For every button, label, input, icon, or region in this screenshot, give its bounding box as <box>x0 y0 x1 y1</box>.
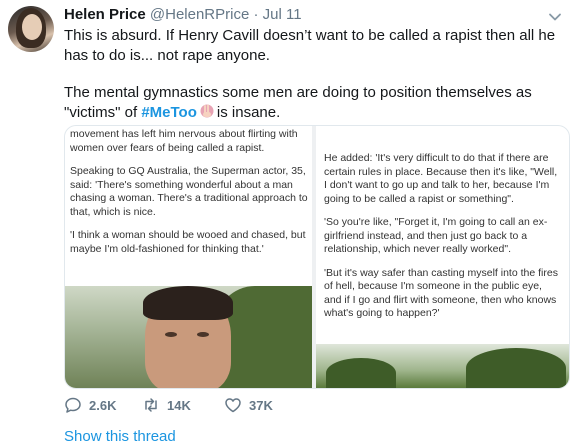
like-button[interactable]: 37K <box>224 396 273 414</box>
left-article-paragraph: Speaking to GQ Australia, the Superman a… <box>70 165 308 218</box>
media-gallery[interactable]: movement has left him nervous about flir… <box>64 125 570 389</box>
show-thread-link[interactable]: Show this thread <box>64 428 176 445</box>
tweet-paragraph-2-suffix: is insane. <box>216 104 281 121</box>
like-icon <box>225 398 241 413</box>
landscape-photo-strip <box>316 344 569 388</box>
reply-icon <box>65 397 81 413</box>
hashtag-metoo[interactable]: #MeToo <box>141 104 197 121</box>
media-image-left[interactable]: movement has left him nervous about flir… <box>65 126 312 388</box>
right-article-paragraph: 'So you're like, "Forget it, I'm going t… <box>324 216 548 255</box>
tweet-date[interactable]: Jul 11 <box>263 6 302 23</box>
like-count: 37K <box>249 397 273 413</box>
right-article-paragraph: He added: 'It's very difficult to do tha… <box>324 152 558 205</box>
media-image-right[interactable]: He added: 'It's very difficult to do tha… <box>316 126 569 388</box>
left-article-paragraph: movement has left him nervous about flir… <box>70 128 298 154</box>
retweet-count: 14K <box>167 397 191 413</box>
left-article-paragraph: 'I think a woman should be wooed and cha… <box>70 229 306 255</box>
author-handle[interactable]: @HelenRPrice <box>150 6 249 23</box>
separator-dot: · <box>253 6 259 23</box>
right-article-paragraph: 'But it's way safer than casting myself … <box>324 266 558 320</box>
author-name[interactable]: Helen Price <box>64 6 146 23</box>
reply-button[interactable]: 2.6K <box>64 396 116 414</box>
retweet-icon <box>145 398 157 412</box>
tweet-text: This is absurd. If Henry Cavill doesn’t … <box>64 26 564 123</box>
tweet-paragraph-2: The mental gymnastics some men are doing… <box>64 83 564 123</box>
tweet-header: Helen Price @HelenRPrice · Jul 11 <box>64 6 302 23</box>
right-article-text: He added: 'It's very difficult to do tha… <box>324 152 560 331</box>
left-article-text: movement has left him nervous about flir… <box>70 128 308 266</box>
retweet-button[interactable]: 14K <box>142 396 191 414</box>
tweet-paragraph-2-prefix: The mental gymnastics some men are doing… <box>64 84 532 121</box>
avatar[interactable] <box>8 6 54 52</box>
metoo-emoji-icon <box>200 104 214 118</box>
chevron-down-icon[interactable] <box>546 8 564 26</box>
reply-count: 2.6K <box>89 397 117 413</box>
portrait-photo <box>65 286 312 388</box>
tweet-paragraph-1: This is absurd. If Henry Cavill doesn’t … <box>64 27 556 64</box>
